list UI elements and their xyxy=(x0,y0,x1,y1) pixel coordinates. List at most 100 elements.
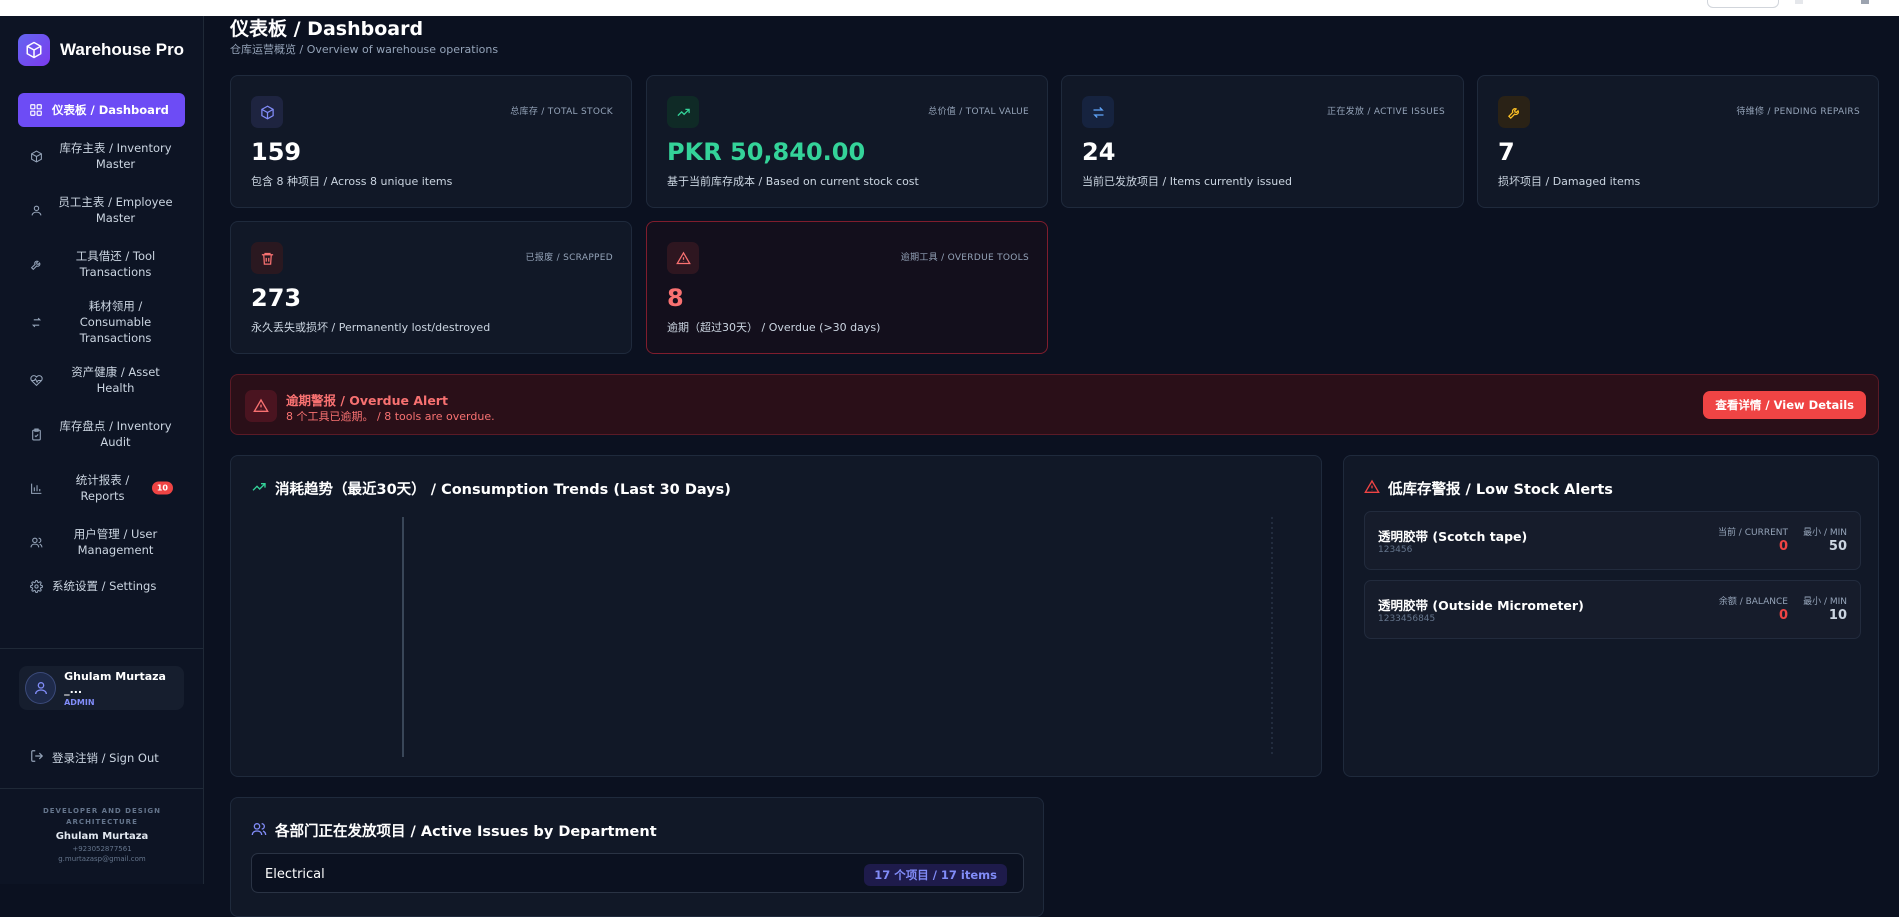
sidebar-item-reports[interactable]: 统计报表 / Reports 10 xyxy=(18,467,185,509)
top-marker xyxy=(1795,0,1803,4)
current-label: 余额 / BALANCE xyxy=(1718,597,1788,607)
department-title-row: 各部门正在发放项目 / Active Issues by Department xyxy=(251,820,657,841)
current-value: 0 xyxy=(1778,539,1788,554)
sidebar-item-inventory[interactable]: 库存主表 / Inventory Master xyxy=(18,135,185,177)
sidebar-nav: 仪表板 / Dashboard 库存主表 / Inventory Master … xyxy=(18,93,185,609)
app-name: Warehouse Pro xyxy=(60,40,185,59)
user-icon xyxy=(28,202,44,218)
signout-button[interactable]: 登录注销 / Sign Out xyxy=(30,749,159,766)
page-subtitle: 仓库运营概览 / Overview of warehouse operation… xyxy=(230,43,499,56)
swap-icon xyxy=(28,314,44,330)
sidebar-item-consumables[interactable]: 耗材领用 / Consumable Transactions xyxy=(18,297,185,347)
stat-label: 已报废 / SCRAPPED xyxy=(525,253,613,263)
item-name: 透明胶带 (Scotch tape) xyxy=(1378,529,1528,544)
credits-name: Ghulam Murtaza xyxy=(55,831,149,842)
trending-up-icon xyxy=(667,96,699,128)
view-details-button[interactable]: 查看详情 / View Details xyxy=(1703,391,1866,419)
sidebar-item-label: 员工主表 / Employee Master xyxy=(58,195,173,225)
top-control[interactable] xyxy=(1707,0,1779,8)
sidebar-item-asset-health[interactable]: 资产健康 / Asset Health xyxy=(18,359,185,401)
developer-credits: DEVELOPER AND DESIGN ARCHITECTURE Ghulam… xyxy=(0,806,204,863)
stat-description: 基于当前库存成本 / Based on current stock cost xyxy=(667,175,919,188)
min-label: 最小 / MIN xyxy=(1803,597,1847,607)
stat-description: 永久丢失或损坏 / Permanently lost/destroyed xyxy=(251,321,491,334)
wrench-icon xyxy=(1498,96,1530,128)
department-row[interactable]: Electrical 17 个项目 / 17 items xyxy=(251,853,1024,893)
sidebar-item-tool-transactions[interactable]: 工具借还 / Tool Transactions xyxy=(18,243,185,285)
stat-description: 损坏项目 / Damaged items xyxy=(1498,175,1641,188)
sidebar-item-settings[interactable]: 系统设置 / Settings xyxy=(18,575,185,597)
stat-card-total-value[interactable]: 总价值 / TOTAL VALUE PKR 50,840.00 基于当前库存成本… xyxy=(646,75,1048,208)
alert-message: 8 个工具已逾期。 / 8 tools are overdue. xyxy=(286,410,495,423)
stat-value: 159 xyxy=(251,138,302,166)
sidebar-item-label: 耗材领用 / Consumable Transactions xyxy=(79,299,152,345)
stat-card-active-issues[interactable]: 正在发放 / ACTIVE ISSUES 24 当前已发放项目 / Items … xyxy=(1061,75,1464,208)
heart-pulse-icon xyxy=(28,372,44,388)
sidebar-item-label: 用户管理 / User Management xyxy=(73,527,158,557)
sidebar-item-label: 系统设置 / Settings xyxy=(52,579,157,593)
item-code: 123456 xyxy=(1378,545,1413,555)
stat-card-overdue-tools[interactable]: 逾期工具 / OVERDUE TOOLS 8 逾期（超过30天） / Overd… xyxy=(646,221,1048,354)
stat-value: 7 xyxy=(1498,138,1515,166)
department-name: Electrical xyxy=(265,867,325,882)
users-icon xyxy=(28,534,44,550)
credits-email: g.murtazasp@gmail.com xyxy=(58,855,146,863)
stat-label: 待维修 / PENDING REPAIRS xyxy=(1736,107,1860,117)
bar-chart-icon xyxy=(28,480,44,496)
arrows-exchange-icon xyxy=(1082,96,1114,128)
credits-line: DEVELOPER AND DESIGN xyxy=(42,807,162,815)
sidebar-item-label: 仪表板 / Dashboard xyxy=(52,103,169,117)
sidebar-item-inventory-audit[interactable]: 库存盘点 / Inventory Audit xyxy=(18,413,185,455)
alert-title: 逾期警报 / Overdue Alert xyxy=(286,393,448,408)
stat-description: 当前已发放项目 / Items currently issued xyxy=(1082,175,1292,188)
stat-value: 273 xyxy=(251,284,302,312)
top-marker xyxy=(1861,0,1869,4)
overdue-alert-banner: 逾期警报 / Overdue Alert 8 个工具已逾期。 / 8 tools… xyxy=(230,374,1879,435)
dashboard-icon xyxy=(28,102,44,118)
warning-icon xyxy=(245,390,277,422)
stat-value: 24 xyxy=(1082,138,1116,166)
sidebar-item-label: 工具借还 / Tool Transactions xyxy=(75,249,156,279)
current-label: 当前 / CURRENT xyxy=(1717,528,1788,538)
reports-count-badge: 10 xyxy=(151,481,173,495)
cube-icon xyxy=(251,96,283,128)
clipboard-check-icon xyxy=(28,426,44,442)
department-title: 各部门正在发放项目 / Active Issues by Department xyxy=(275,824,657,840)
stat-label: 总库存 / TOTAL STOCK xyxy=(510,107,613,117)
sidebar-item-employees[interactable]: 员工主表 / Employee Master xyxy=(18,189,185,231)
logout-icon xyxy=(30,749,44,766)
stat-card-scrapped[interactable]: 已报废 / SCRAPPED 273 永久丢失或损坏 / Permanently… xyxy=(230,221,632,354)
sidebar-divider xyxy=(0,648,204,649)
trash-icon xyxy=(251,242,283,274)
stat-description: 逾期（超过30天） / Overdue (>30 days) xyxy=(667,321,881,334)
wrench-icon xyxy=(28,256,44,272)
min-label: 最小 / MIN xyxy=(1803,528,1847,538)
min-value: 50 xyxy=(1828,539,1847,554)
sidebar-item-dashboard[interactable]: 仪表板 / Dashboard xyxy=(18,93,185,127)
low-stock-panel: 低库存警报 / Low Stock Alerts 透明胶带 (Scotch ta… xyxy=(1343,455,1879,777)
brand[interactable]: Warehouse Pro xyxy=(18,34,184,66)
stat-card-pending-repairs[interactable]: 待维修 / PENDING REPAIRS 7 损坏项目 / Damaged i… xyxy=(1477,75,1879,208)
current-value: 0 xyxy=(1778,608,1788,623)
warning-icon xyxy=(667,242,699,274)
item-code: 1233456845 xyxy=(1378,614,1436,624)
credits-phone: +923052877561 xyxy=(72,845,132,853)
stat-card-total-stock[interactable]: 总库存 / TOTAL STOCK 159 包含 8 种项目 / Across … xyxy=(230,75,632,208)
low-stock-item[interactable]: 透明胶带 (Outside Micrometer) 1233456845 余额 … xyxy=(1364,580,1861,639)
signout-label: 登录注销 / Sign Out xyxy=(52,750,159,765)
sidebar: Warehouse Pro 仪表板 / Dashboard 库存主表 / Inv… xyxy=(0,16,204,884)
low-stock-item[interactable]: 透明胶带 (Scotch tape) 123456 当前 / CURRENT 0… xyxy=(1364,511,1861,570)
sidebar-item-user-management[interactable]: 用户管理 / User Management xyxy=(18,521,185,563)
low-stock-title-row: 低库存警报 / Low Stock Alerts xyxy=(1364,478,1613,499)
user-card[interactable]: Ghulam Murtaza _... ADMIN xyxy=(19,666,184,710)
stat-description: 包含 8 种项目 / Across 8 unique items xyxy=(251,175,453,188)
low-stock-title: 低库存警报 / Low Stock Alerts xyxy=(1388,482,1613,498)
users-icon xyxy=(251,821,267,841)
sidebar-item-label: 库存主表 / Inventory Master xyxy=(59,141,172,171)
stat-value: 8 xyxy=(667,284,684,312)
department-issues-panel: 各部门正在发放项目 / Active Issues by Department … xyxy=(230,797,1044,917)
min-value: 10 xyxy=(1828,608,1847,623)
avatar-user-icon xyxy=(25,672,57,704)
consumption-trends-panel: 消耗趋势（最近30天） / Consumption Trends (Last 3… xyxy=(230,455,1322,777)
trends-chart-area xyxy=(402,517,1273,757)
